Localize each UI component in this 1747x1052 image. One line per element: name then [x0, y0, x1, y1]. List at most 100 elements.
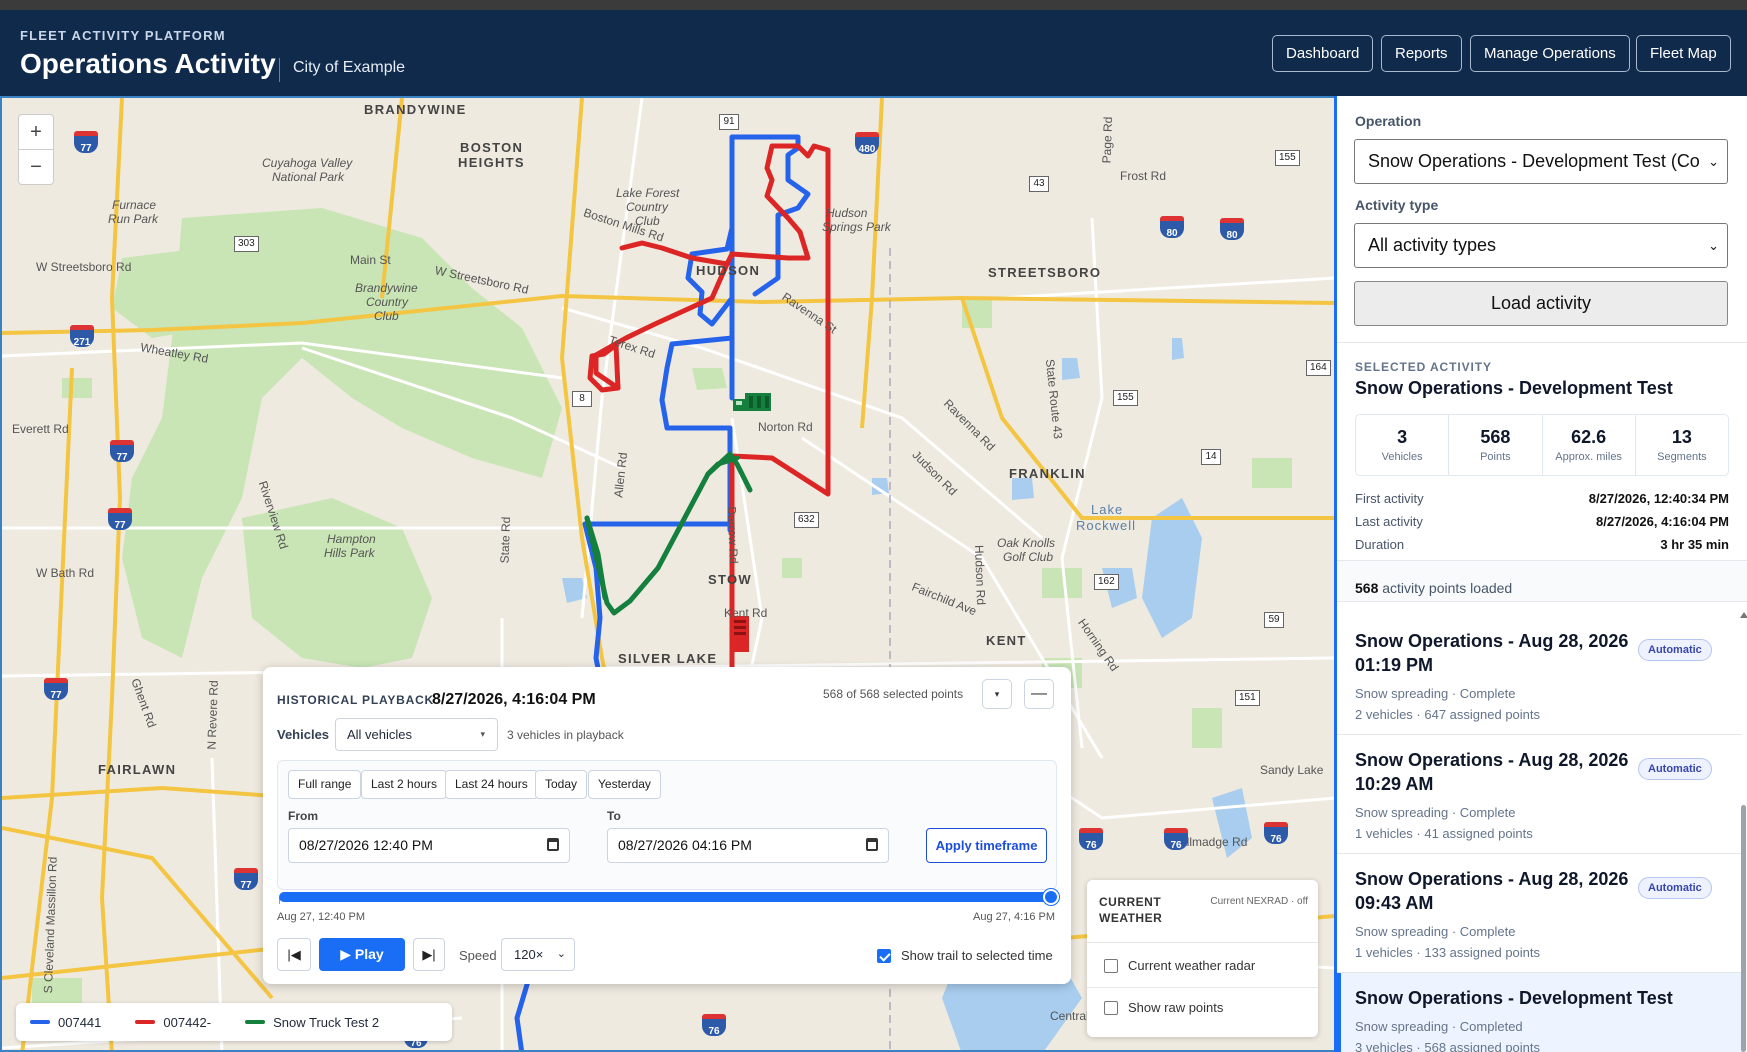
status-badge: Automatic — [1638, 639, 1712, 661]
weather-radar-toggle[interactable]: Current weather radar — [1104, 958, 1255, 973]
chevron-down-icon: ▾ — [480, 729, 485, 739]
from-datetime-input[interactable]: 08/27/2026 12:40 PM — [288, 828, 570, 863]
road-label: Page Rd — [1099, 116, 1116, 164]
activity-type-select[interactable]: All activity types ⌄ — [1354, 223, 1728, 268]
route-shield: 151 — [1235, 690, 1260, 706]
interstate-shield: 77 — [234, 868, 258, 891]
load-activity-button[interactable]: Load activity — [1354, 281, 1728, 326]
checkbox-icon[interactable] — [1104, 958, 1118, 973]
place-label: Club — [374, 309, 399, 323]
show-trail-label: Show trail to selected time — [901, 948, 1053, 963]
range-last-24-hours-button[interactable]: Last 24 hours — [445, 770, 538, 799]
list-item-title: Snow Operations - Development Test — [1355, 988, 1673, 1008]
legend-label: 007441 — [58, 1014, 102, 1030]
stat-value: 3 — [1397, 427, 1408, 447]
chevron-down-icon: ⌄ — [556, 948, 566, 960]
range-today-button[interactable]: Today — [535, 770, 588, 799]
zoom-in-button[interactable]: + — [18, 114, 54, 150]
expand-chevron-icon[interactable]: ▾ — [982, 679, 1012, 709]
list-item[interactable]: Snow Operations - Aug 28, 2026 10:29 AM … — [1337, 735, 1742, 854]
legend-item: 007441 — [30, 1015, 101, 1030]
town-label: HUDSON — [696, 263, 761, 278]
activity-type-select-value: All activity types — [1368, 235, 1497, 255]
scrollbar-thumb[interactable] — [1741, 805, 1746, 1052]
nav-dashboard-button[interactable]: Dashboard — [1272, 35, 1374, 72]
interstate-shield: 76 — [1164, 828, 1188, 851]
raw-points-toggle[interactable]: Show raw points — [1104, 1000, 1223, 1015]
interstate-shield: 77 — [44, 678, 68, 701]
place-label: Country — [626, 200, 669, 214]
truck-red-marker[interactable] — [727, 616, 755, 656]
activity-stats: 3 Vehicles 568 Points 62.6 Approx. miles 13… — [1355, 414, 1729, 476]
interstate-shield: 80 — [1220, 218, 1244, 241]
place-label: Brandywine — [355, 281, 418, 295]
road-label: W Bath Rd — [36, 566, 95, 580]
road-label: Norton Rd — [758, 420, 813, 434]
checkbox-icon[interactable] — [1104, 1000, 1118, 1015]
slider-thumb[interactable] — [1043, 889, 1059, 905]
nav-fleet-map-button[interactable]: Fleet Map — [1636, 35, 1731, 72]
title-divider — [279, 58, 280, 82]
route-legend: 007441 007442- Snow Truck Test 2 — [16, 1003, 452, 1041]
current-weather-panel: CURRENT WEATHER Current NEXRAD · off Cur… — [1087, 880, 1318, 1037]
show-trail-checkbox[interactable]: Show trail to selected time — [877, 948, 1053, 963]
list-item[interactable]: Snow Operations - Aug 28, 2026 01:19 PM … — [1337, 616, 1742, 735]
legend-swatch — [30, 1020, 50, 1024]
road-label: Everett Rd — [12, 422, 69, 436]
first-activity-label: First activity — [1355, 491, 1424, 506]
list-item-meta: 2 vehicles · 647 assigned points — [1355, 707, 1541, 722]
brand-super-title: FLEET ACTIVITY PLATFORM — [20, 28, 226, 43]
stat-value: 13 — [1671, 427, 1692, 447]
scroll-up-icon[interactable] — [1740, 612, 1747, 618]
calendar-icon[interactable] — [547, 838, 559, 851]
vehicles-in-playback: 3 vehicles in playback — [507, 728, 624, 742]
vehicles-select-value: All vehicles — [347, 727, 413, 742]
truck-green-marker[interactable] — [733, 389, 777, 417]
speed-value: 120× — [514, 947, 544, 962]
road-label: Darrow Rd — [724, 506, 741, 564]
range-yesterday-button[interactable]: Yesterday — [588, 770, 661, 799]
list-item-selected[interactable]: Snow Operations - Development Test Snow … — [1337, 973, 1742, 1052]
skip-to-end-icon[interactable]: ▶| — [413, 938, 445, 971]
sidebar-scrollbar[interactable] — [1740, 612, 1747, 1052]
play-button[interactable]: ▶ Play — [319, 938, 405, 971]
points-loaded-text: activity points loaded — [1382, 580, 1513, 596]
list-item-title: Snow Operations - Aug 28, 2026 09:43 AM — [1355, 869, 1629, 913]
list-item[interactable]: Snow Operations - Aug 28, 2026 09:43 AM … — [1337, 854, 1742, 973]
zoom-out-button[interactable]: − — [18, 149, 54, 185]
duration-label: Duration — [1355, 537, 1405, 552]
apply-timeframe-button[interactable]: Apply timeframe — [926, 828, 1047, 863]
legend-label: 007442- — [163, 1014, 212, 1030]
stat-points: 568 Points — [1449, 415, 1543, 475]
nav-reports-button[interactable]: Reports — [1381, 35, 1462, 72]
weather-note: Current NEXRAD · off — [1210, 896, 1308, 907]
speed-select[interactable]: 120× ⌄ — [501, 938, 575, 971]
status-badge: Automatic — [1638, 877, 1712, 899]
range-last-2-hours-button[interactable]: Last 2 hours — [361, 770, 448, 799]
interstate-shield: 76 — [1079, 828, 1103, 851]
playback-time-slider[interactable] — [279, 885, 1059, 909]
nav-manage-operations-button[interactable]: Manage Operations — [1470, 35, 1630, 72]
list-item-meta: 1 vehicles · 41 assigned points — [1355, 826, 1533, 841]
to-datetime-input[interactable]: 08/27/2026 04:16 PM — [607, 828, 889, 863]
vehicles-select[interactable]: All vehicles ▾ — [335, 718, 498, 751]
activity-sidebar: Operation Snow Operations - Development … — [1334, 96, 1747, 1052]
operation-select[interactable]: Snow Operations - Development Test (Co ⌄ — [1354, 139, 1728, 184]
list-item-status: Snow spreading · Complete — [1355, 805, 1516, 820]
stat-segments: 13 Segments — [1636, 415, 1728, 475]
divider — [1087, 987, 1318, 988]
legend-item: 007442- — [135, 1015, 211, 1030]
selected-activity-caption: SELECTED ACTIVITY — [1355, 360, 1492, 374]
range-full-button[interactable]: Full range — [288, 770, 362, 799]
interstate-shield: 77 — [74, 131, 98, 154]
calendar-icon[interactable] — [866, 838, 878, 851]
checkbox-checked-icon[interactable] — [877, 948, 891, 963]
chevron-down-icon: ⌄ — [1704, 140, 1719, 183]
interstate-shield: 480 — [855, 132, 879, 155]
minimize-icon[interactable]: — — [1024, 679, 1054, 709]
place-label: Springs Park — [822, 220, 891, 234]
place-label: Hampton — [327, 532, 376, 546]
place-label: Cuyahoga Valley — [262, 156, 353, 170]
skip-to-start-icon[interactable]: |◀ — [277, 938, 311, 971]
list-item-meta: 3 vehicles · 568 assigned points — [1355, 1040, 1541, 1052]
